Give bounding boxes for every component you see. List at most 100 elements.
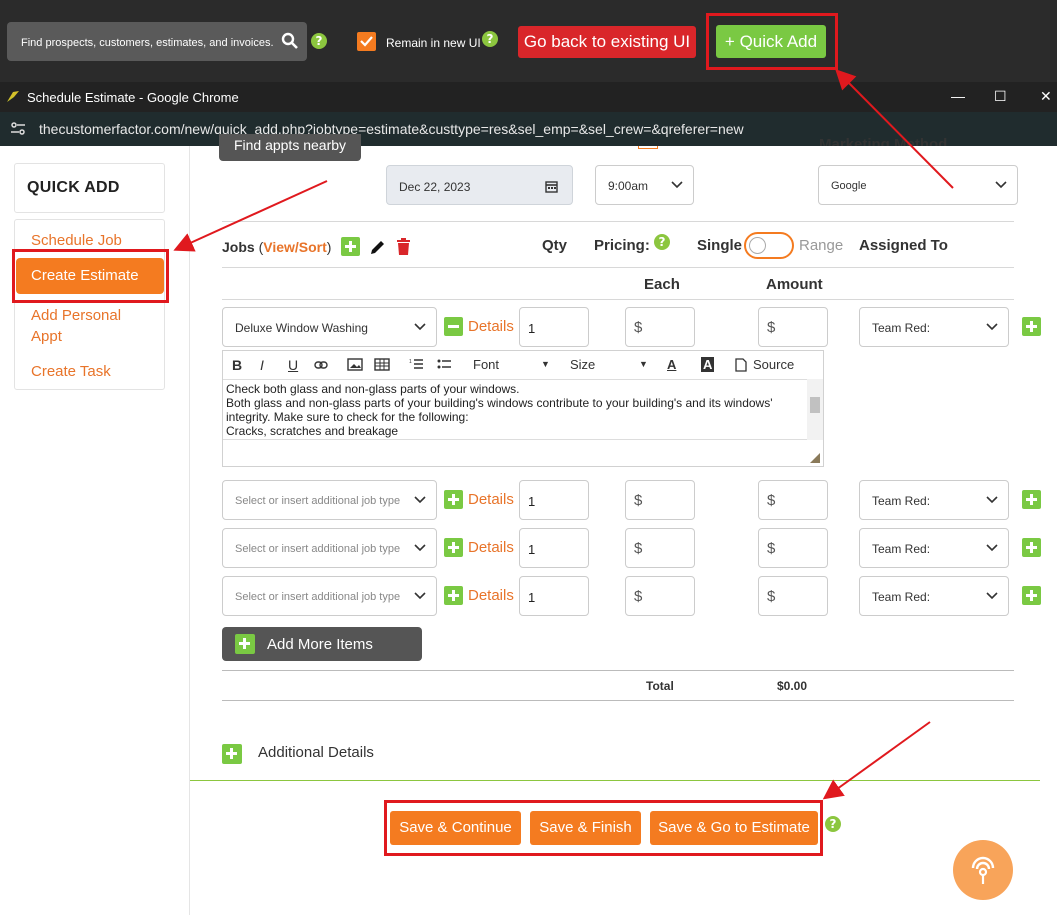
image-icon[interactable] [347,358,363,371]
partial-checkbox[interactable] [638,146,658,149]
bg-color-button[interactable]: A [701,357,715,372]
job-type-placeholder: Select or insert additional job type [235,495,401,507]
assigned-select[interactable]: Team Red: [859,307,1009,347]
range-label: Range [799,237,844,254]
job-type-placeholder: Select or insert additional job type [235,543,401,555]
currency-symbol: $ [767,319,776,336]
site-settings-icon[interactable] [10,122,26,136]
amount-input[interactable]: $ [758,307,828,347]
chevron-down-icon [995,181,1007,189]
pricing-toggle[interactable] [744,232,794,259]
save-help-icon[interactable]: ? [825,816,841,832]
sidebar-item-add-personal-appt[interactable]: Add Personal Appt [31,305,141,347]
expand-details-icon[interactable] [444,490,463,509]
add-row-icon[interactable] [1022,538,1041,557]
link-icon[interactable] [314,360,328,370]
plus-icon [235,634,255,654]
job-type-select[interactable]: Deluxe Window Washing [222,307,437,347]
expand-details-icon[interactable] [444,586,463,605]
job-type-select[interactable]: Select or insert additional job type [222,480,437,520]
paren-close: ) [326,239,332,255]
collapse-details-icon[interactable] [444,317,463,336]
pencil-icon[interactable] [369,238,387,256]
each-input[interactable]: $ [625,576,695,616]
additional-details-label[interactable]: Additional Details [258,744,374,761]
chat-widget-button[interactable] [953,840,1013,900]
marketing-method-value: Google [831,180,867,192]
remain-label: Remain in new UI [386,36,481,50]
trash-icon[interactable] [396,238,411,256]
divider [222,267,1014,268]
calendar-icon[interactable] [545,180,558,193]
each-input[interactable]: $ [625,480,695,520]
editor-scrollbar[interactable] [807,379,823,440]
details-link[interactable]: Details [468,539,514,556]
view-sort-link[interactable]: View/Sort [263,239,327,255]
expand-details-icon[interactable] [444,538,463,557]
table-icon[interactable] [374,358,390,371]
editor-line: Cracks, scratches and breakage [226,424,399,438]
additional-details-expand-icon[interactable] [222,744,242,764]
sidebar-item-schedule-job[interactable]: Schedule Job [31,232,122,249]
check-icon [360,36,373,47]
italic-button[interactable]: I [260,357,264,373]
time-select[interactable]: 9:00am [595,165,694,205]
search-icon[interactable] [281,32,299,50]
assigned-select[interactable]: Team Red: [859,576,1009,616]
each-input[interactable]: $ [625,307,695,347]
time-value: 9:00am [608,179,649,193]
source-icon[interactable] [735,358,747,372]
pricing-help-icon[interactable]: ? [654,234,670,250]
qty-input[interactable]: 1 [519,576,589,616]
numbered-list-icon[interactable]: 1 [409,358,423,371]
sidebar-item-create-task[interactable]: Create Task [31,363,111,380]
date-input[interactable]: Dec 22, 2023 [386,165,573,205]
assigned-select[interactable]: Team Red: [859,528,1009,568]
marketing-method-select[interactable]: Google [818,165,1018,205]
url-text[interactable]: thecustomerfactor.com/new/quick_add.php?… [39,121,744,137]
add-row-icon[interactable] [1022,586,1041,605]
details-link[interactable]: Details [468,318,514,335]
scrollbar-thumb[interactable] [810,397,820,413]
search-help-icon[interactable]: ? [311,33,327,49]
amount-input[interactable]: $ [758,576,828,616]
bold-button[interactable]: B [232,357,242,373]
qty-input[interactable]: 1 [519,528,589,568]
details-link[interactable]: Details [468,491,514,508]
size-dropdown[interactable]: Size [570,357,595,372]
job-description-editor[interactable]: B I U 1 Font ▼ Size ▼ A A Source Check b… [222,350,824,467]
search-input[interactable]: Find prospects, customers, estimates, an… [7,22,307,61]
qty-input[interactable]: 1 [519,307,589,347]
pricing-header: Pricing: [594,237,650,254]
qty-input[interactable]: 1 [519,480,589,520]
job-type-select[interactable]: Select or insert additional job type [222,528,437,568]
maximize-icon[interactable]: ☐ [994,88,1007,105]
bullet-list-icon[interactable] [437,358,451,371]
go-back-button[interactable]: Go back to existing UI [518,26,696,58]
text-color-button[interactable]: A [667,357,676,372]
total-label: Total [646,679,674,693]
find-appts-button[interactable]: Find appts nearby [219,134,361,161]
add-row-icon[interactable] [1022,490,1041,509]
underline-button[interactable]: U [288,357,298,373]
add-job-icon[interactable] [341,237,360,256]
add-row-icon[interactable] [1022,317,1041,336]
chevron-down-icon [986,592,998,600]
jobs-title: Jobs [222,239,255,255]
add-more-items-button[interactable]: Add More Items [222,627,422,661]
resize-handle-icon[interactable] [810,453,820,463]
each-input[interactable]: $ [625,528,695,568]
minimize-icon[interactable]: — [951,88,965,104]
job-type-select[interactable]: Select or insert additional job type [222,576,437,616]
assigned-select[interactable]: Team Red: [859,480,1009,520]
font-dropdown[interactable]: Font [473,357,499,372]
close-icon[interactable]: ✕ [1040,88,1052,105]
remain-help-icon[interactable]: ? [482,31,498,47]
source-button[interactable]: Source [753,357,794,372]
amount-input[interactable]: $ [758,480,828,520]
details-link[interactable]: Details [468,587,514,604]
remain-checkbox[interactable] [357,32,376,51]
assigned-value: Team Red: [872,542,931,556]
editor-content[interactable]: Check both glass and non-glass parts of … [223,379,823,440]
amount-input[interactable]: $ [758,528,828,568]
